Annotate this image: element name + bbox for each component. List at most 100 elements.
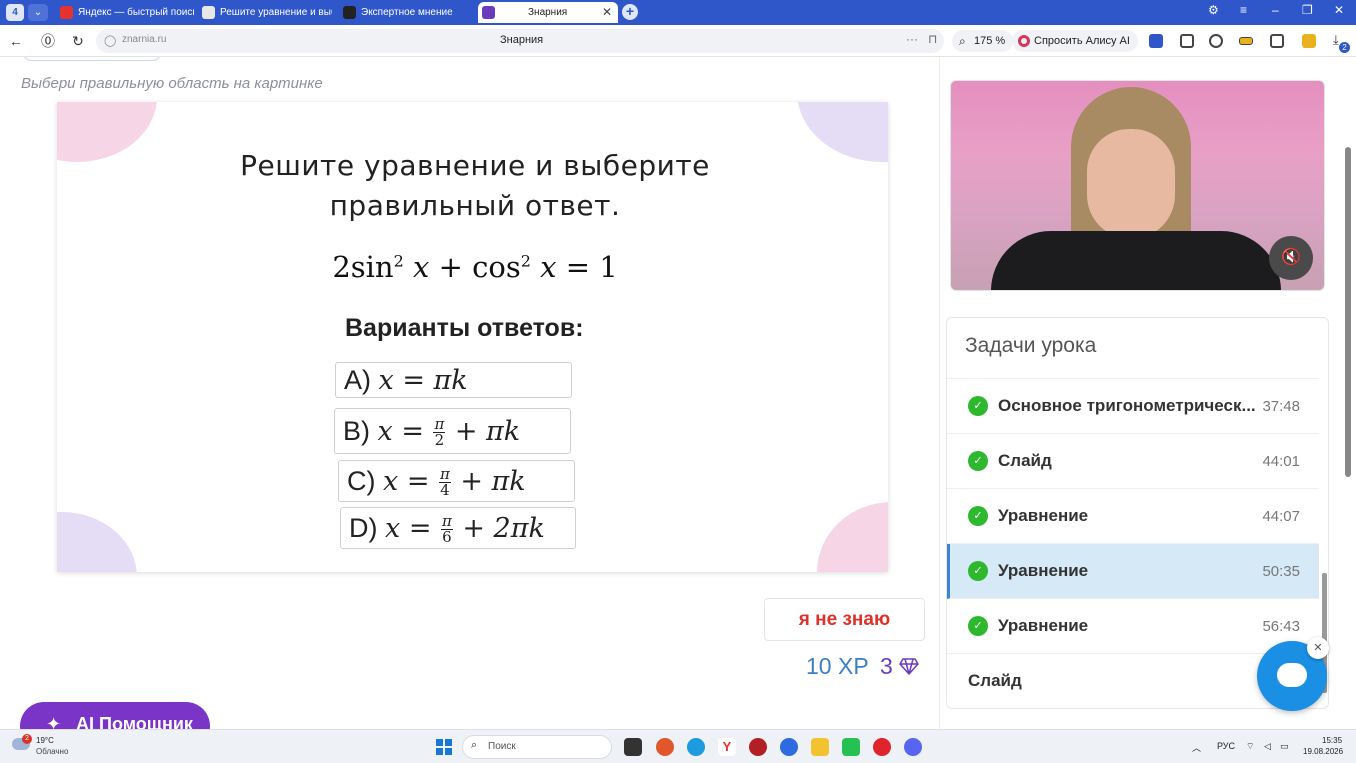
app-icon[interactable] xyxy=(749,738,767,756)
tab-solve-equation[interactable]: Решите уравнение и выб xyxy=(198,2,332,23)
page-scroll-thumb[interactable] xyxy=(1345,147,1351,477)
video-body xyxy=(991,231,1281,290)
answer-option-a[interactable]: A) x = πk xyxy=(335,362,572,398)
chat-close-icon[interactable]: ✕ xyxy=(1307,637,1329,659)
task-label: Слайд xyxy=(968,671,1022,690)
check-icon: ✓ xyxy=(968,451,988,471)
tab-expert-opinion[interactable]: Экспертное мнение xyxy=(339,2,473,23)
windows-start-icon[interactable] xyxy=(436,739,452,755)
tab-list-chevron-icon[interactable]: ⌄ xyxy=(28,4,48,21)
check-icon: ✓ xyxy=(968,616,988,636)
tab-label: Яндекс — быстрый поиск xyxy=(78,7,194,18)
task-label: Уравнение xyxy=(998,506,1089,525)
lesson-panel: Выбери правильную область на картинке Ре… xyxy=(0,57,940,729)
volume-mute-icon[interactable]: 🔇 xyxy=(1269,236,1313,280)
battery-icon[interactable] xyxy=(1239,37,1253,45)
new-tab-plus-icon[interactable]: + xyxy=(622,4,638,20)
slide-title-line2: правильный ответ. xyxy=(329,189,621,222)
task-item[interactable]: ✓ Уравнение 44:07 xyxy=(947,489,1319,544)
ai-helper-label: AI Помощник xyxy=(76,714,193,729)
edge-icon[interactable] xyxy=(687,738,705,756)
slide-title-line1: Решите уравнение и выберите xyxy=(240,149,710,182)
option-var: x = xyxy=(377,416,424,447)
dont-know-button[interactable]: я не знаю xyxy=(764,598,925,641)
url-text: znarnia.ru xyxy=(122,34,167,45)
task-time: 37:48 xyxy=(1262,398,1300,415)
tray-chevron-icon[interactable]: ︿ xyxy=(1192,741,1201,754)
volume-icon[interactable]: ◁ xyxy=(1264,741,1271,752)
more-dots-icon[interactable]: ··· xyxy=(906,32,918,46)
folder-icon[interactable] xyxy=(1302,34,1316,48)
back-arrow-icon[interactable]: ← xyxy=(6,31,26,51)
slide-image[interactable]: Решите уравнение и выберите правильный о… xyxy=(57,102,888,572)
tab-label: Экспертное мнение xyxy=(361,7,453,18)
clock-date[interactable]: 19.08.2026 xyxy=(1303,747,1343,756)
zoom-indicator[interactable]: ⌕ 175 % xyxy=(952,30,1014,52)
downloads-badge: 2 xyxy=(1339,42,1350,53)
weather-condition: Облачно xyxy=(36,747,69,756)
clock-time[interactable]: 15:35 xyxy=(1322,736,1342,745)
battery-tray-icon[interactable]: ▭ xyxy=(1280,741,1289,752)
bookmark-icon[interactable]: ⊓ xyxy=(928,32,937,46)
task-label: Основное тригонометрическ... xyxy=(998,396,1256,415)
zoom-value: 175 % xyxy=(974,35,1006,47)
answer-option-c[interactable]: C) x = π4 + πk xyxy=(338,460,575,502)
task-item[interactable]: ✓ Основное тригонометрическ... 37:48 xyxy=(947,379,1319,434)
option-letter: D) xyxy=(349,513,378,543)
opera-icon[interactable] xyxy=(873,738,891,756)
page-scrollbar[interactable] xyxy=(1343,77,1353,727)
task-view-icon[interactable] xyxy=(624,738,642,756)
maximize-icon[interactable]: ❐ xyxy=(1302,3,1313,17)
site-info-icon[interactable]: ◯ xyxy=(104,34,116,47)
zoom-magnifier-icon: ⌕ xyxy=(959,34,966,48)
minimize-icon[interactable]: – xyxy=(1272,3,1279,17)
tab-znarnia[interactable]: Знарния ✕ xyxy=(478,2,618,23)
protect-shield-icon[interactable]: ⓪ xyxy=(38,31,58,51)
eq-var: x xyxy=(540,250,557,284)
task-label: Уравнение xyxy=(998,616,1089,635)
answer-option-d[interactable]: D) x = π6 + 2πk xyxy=(340,507,576,549)
task-item-active[interactable]: ✓ Уравнение 50:35 xyxy=(947,544,1319,599)
menu-icon[interactable]: ≡ xyxy=(1240,3,1247,17)
window-close-icon[interactable]: ✕ xyxy=(1334,3,1344,17)
taskbar-search[interactable]: ⌕ Поиск xyxy=(462,735,612,759)
decor-blob xyxy=(57,512,137,572)
tab-yandex[interactable]: Яндекс — быстрый поиск xyxy=(56,2,194,23)
option-letter: A) xyxy=(344,365,371,395)
teacher-video[interactable]: 🔇 xyxy=(950,80,1325,291)
zoom-app-icon[interactable] xyxy=(780,738,798,756)
extensions-puzzle-icon[interactable] xyxy=(1180,34,1194,48)
option-letter: C) xyxy=(347,466,376,496)
extension-icon[interactable] xyxy=(1149,34,1163,48)
downloads-icon[interactable]: ⤓ xyxy=(1333,32,1339,48)
task-item[interactable]: ✓ Слайд 44:01 xyxy=(947,434,1319,489)
collections-icon[interactable] xyxy=(1270,34,1284,48)
language-indicator[interactable]: РУС xyxy=(1217,741,1235,751)
tab-count-badge[interactable]: 4 xyxy=(6,4,24,21)
wifi-icon[interactable]: ⌔ xyxy=(1246,741,1254,752)
discord-icon[interactable] xyxy=(904,738,922,756)
yandex-browser-icon[interactable]: Y xyxy=(718,738,736,756)
frac-den: 6 xyxy=(442,528,452,547)
option-fraction: π2 xyxy=(433,417,446,448)
tab-favicon-icon xyxy=(202,6,215,19)
ask-alice-button[interactable]: Спросить Алису AI xyxy=(1012,30,1138,52)
profile-icon[interactable]: ⚙ xyxy=(1208,3,1219,17)
reload-icon[interactable]: ↻ xyxy=(68,31,88,51)
answer-option-b[interactable]: B) x = π2 + πk xyxy=(334,408,571,454)
close-icon[interactable]: ✕ xyxy=(602,2,612,23)
whatsapp-icon[interactable] xyxy=(842,738,860,756)
media-icon[interactable] xyxy=(1209,34,1223,48)
paint-icon[interactable] xyxy=(656,738,674,756)
file-explorer-icon[interactable] xyxy=(811,738,829,756)
url-field[interactable]: ◯ znarnia.ru Знарния ··· ⊓ xyxy=(96,29,944,53)
task-item[interactable]: ✓ Уравнение 56:43 xyxy=(947,599,1319,654)
decor-blob xyxy=(817,502,888,572)
gem-count: 3 xyxy=(880,653,893,679)
gem-reward: 3 xyxy=(880,653,919,680)
ai-helper-button[interactable]: ✦ AI Помощник xyxy=(20,702,210,729)
option-tail: + 2πk xyxy=(462,513,545,544)
video-face xyxy=(1087,129,1175,239)
task-label: Уравнение xyxy=(998,561,1089,580)
alice-icon xyxy=(1018,35,1030,47)
